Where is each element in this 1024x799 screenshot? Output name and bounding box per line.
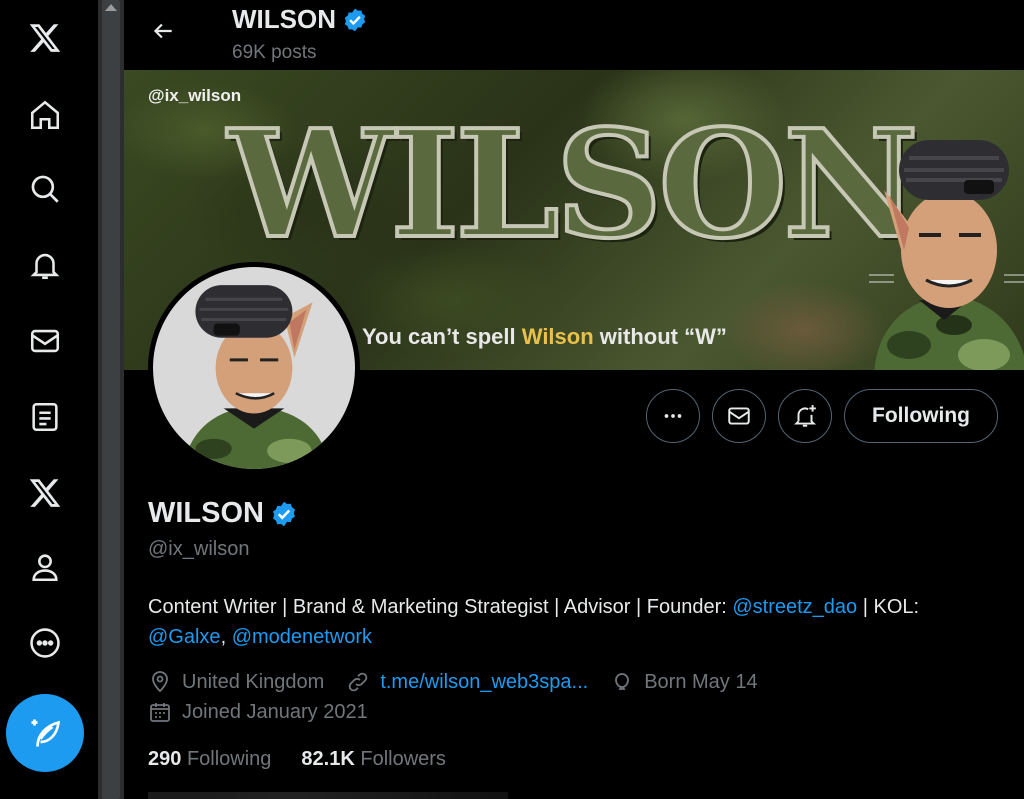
- website-link[interactable]: t.me/wilson_web3spa...: [380, 671, 588, 694]
- notify-button[interactable]: [778, 389, 832, 443]
- messages-icon[interactable]: [22, 318, 68, 364]
- mail-icon: [728, 407, 750, 425]
- following-stat[interactable]: 290 Following: [148, 748, 271, 771]
- compose-post-button[interactable]: [6, 694, 84, 772]
- joined-item: Joined January 2021: [148, 700, 368, 724]
- header-title: WILSON: [232, 4, 368, 35]
- premium-x-icon[interactable]: [22, 470, 68, 516]
- profile-header: WILSON 69K posts: [124, 0, 1024, 70]
- profile-name: WILSON: [148, 497, 298, 530]
- notifications-icon[interactable]: [22, 242, 68, 288]
- scrollbar-thumb[interactable]: [102, 0, 120, 799]
- bio-link-modenetwork[interactable]: @modenetwork: [232, 626, 372, 648]
- profile-handle: @ix_wilson: [148, 538, 250, 560]
- profile-meta-row: United Kingdom t.me/wilson_web3spa... Bo…: [148, 670, 780, 694]
- location-pin-icon: [152, 671, 168, 693]
- profile-avatar[interactable]: [148, 262, 360, 474]
- following-button[interactable]: Following: [844, 389, 998, 443]
- website-item: t.me/wilson_web3spa...: [346, 670, 588, 694]
- profile-meta-row-2: Joined January 2021: [148, 700, 390, 724]
- banner-cat-illustration: [869, 140, 1024, 370]
- search-icon[interactable]: [22, 166, 68, 212]
- banner-tagline: You can’t spell Wilson without “W”: [362, 324, 727, 349]
- more-options-button[interactable]: [646, 389, 700, 443]
- birthday-item: Born May 14: [610, 670, 758, 694]
- more-dots-icon: [664, 414, 682, 418]
- followed-by-preview-cutoff: [148, 792, 508, 799]
- scroll-up-arrow-icon[interactable]: [105, 4, 117, 11]
- bell-plus-icon: [793, 405, 817, 427]
- verified-badge-icon: [273, 501, 295, 526]
- post-count: 69K posts: [232, 42, 317, 63]
- avatar-cat-illustration: [183, 285, 330, 469]
- bio-link-streetz-dao[interactable]: @streetz_dao: [732, 596, 857, 618]
- page-scrollbar[interactable]: [98, 0, 124, 799]
- follow-stats: 290 Following 82.1K Followers: [148, 748, 476, 771]
- more-icon[interactable]: [22, 620, 68, 666]
- message-button[interactable]: [712, 389, 766, 443]
- avatar-image: [153, 267, 355, 469]
- bio-link-galxe[interactable]: @Galxe: [148, 626, 221, 648]
- profile-name-text: WILSON: [148, 497, 264, 529]
- verified-badge-icon: [344, 8, 366, 31]
- calendar-icon: [150, 703, 170, 722]
- followers-stat[interactable]: 82.1K Followers: [301, 748, 446, 771]
- profile-icon[interactable]: [22, 544, 68, 590]
- header-name-text: WILSON: [232, 4, 336, 34]
- location-item: United Kingdom: [148, 670, 324, 694]
- home-icon[interactable]: [22, 92, 68, 138]
- banner-title: WILSON: [226, 97, 921, 271]
- profile-bio: Content Writer | Brand & Marketing Strat…: [148, 596, 920, 648]
- left-nav: [0, 0, 98, 799]
- compose-post-icon: [31, 719, 61, 747]
- x-logo-icon[interactable]: [22, 15, 68, 61]
- back-button[interactable]: [148, 16, 178, 46]
- lists-icon[interactable]: [22, 394, 68, 440]
- balloon-icon: [615, 673, 630, 690]
- link-icon: [349, 672, 368, 692]
- back-arrow-icon: [153, 23, 172, 39]
